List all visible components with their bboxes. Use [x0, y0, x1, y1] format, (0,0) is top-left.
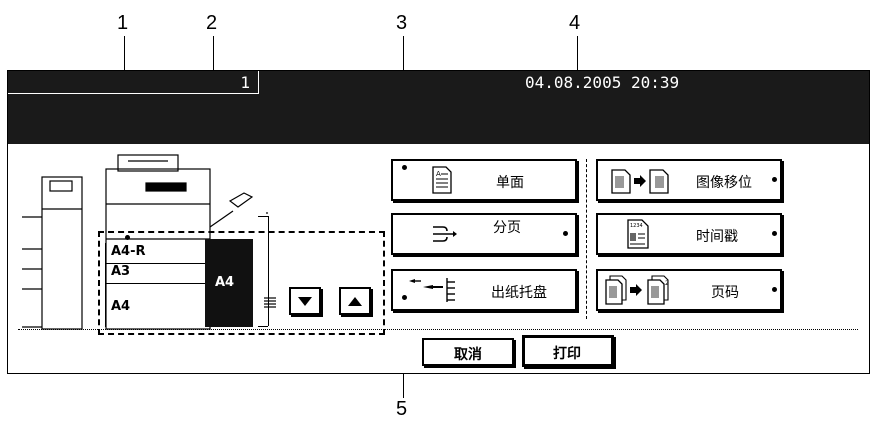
timestamp-button[interactable]: 1234 时间戳	[596, 213, 782, 255]
datetime: 04.08.2005 20:39	[525, 73, 680, 92]
simplex-document-icon: A	[432, 166, 452, 194]
tray-label: A3	[111, 264, 131, 279]
sort-icon	[433, 226, 457, 242]
tray-label: A4	[111, 299, 131, 314]
page-number-button[interactable]: 2 页码	[596, 269, 782, 311]
timestamp-icon: 1234	[627, 219, 649, 249]
callout-5-dot	[402, 295, 407, 300]
tray-a3[interactable]: A3	[105, 263, 205, 284]
page-number-label: 页码	[711, 285, 739, 301]
exit-tray-button[interactable]: 出纸托盘	[391, 269, 577, 311]
footer-divider	[18, 329, 858, 330]
job-number: 1	[240, 73, 250, 92]
image-shift-button[interactable]: 图像移位	[596, 159, 782, 201]
callout-1-dot	[125, 235, 130, 240]
print-label: 打印	[553, 346, 581, 362]
arrow-up-icon	[348, 297, 362, 306]
callout-7-dot	[772, 231, 777, 236]
image-shift-label: 图像移位	[696, 175, 752, 191]
callout-4: 4	[569, 12, 581, 34]
scroll-up-button[interactable]	[339, 287, 371, 315]
column-divider	[586, 159, 587, 319]
callout-4-dot	[563, 231, 568, 236]
svg-text:A: A	[436, 170, 441, 178]
scroll-down-button[interactable]	[289, 287, 321, 315]
callout-6-dot	[772, 177, 777, 182]
exit-tray-icon	[409, 278, 455, 302]
arrow-down-icon	[298, 297, 312, 306]
selected-tray[interactable]: A4	[205, 239, 253, 327]
svg-text:2: 2	[665, 280, 669, 287]
cancel-button[interactable]: 取消	[422, 338, 514, 366]
sort-button[interactable]: 分页	[391, 213, 577, 255]
svg-text:1234: 1234	[630, 223, 643, 229]
callout-2: 2	[206, 12, 218, 34]
callout-1: 1	[117, 12, 129, 34]
simplex-button[interactable]: A 单面	[391, 159, 577, 201]
tray-label: A4-R	[111, 244, 146, 259]
page-number-icon: 2	[605, 275, 669, 305]
image-shift-icon	[611, 169, 669, 194]
tray-a4r[interactable]: A4-R	[105, 243, 205, 264]
tray-divider	[105, 243, 106, 327]
tray-list-icon	[264, 297, 276, 308]
print-button[interactable]: 打印	[522, 335, 614, 367]
callout-3-dot	[402, 165, 407, 170]
simplex-label: 单面	[496, 175, 524, 191]
print-panel: 1 04.08.2005 20:39 A4-R A3 A4 A4 A 单面 分页…	[7, 70, 870, 374]
callout-8-dot	[772, 287, 777, 292]
callout-3: 3	[396, 12, 408, 34]
sort-label: 分页	[493, 220, 521, 236]
exit-tray-label: 出纸托盘	[491, 285, 547, 301]
tray-a4[interactable]: A4	[105, 283, 205, 327]
timestamp-label: 时间戳	[696, 229, 738, 245]
selected-tray-label: A4	[215, 275, 235, 290]
job-number-box: 1	[8, 71, 259, 94]
header-bar: 1 04.08.2005 20:39	[8, 71, 869, 144]
tray-bracket-top	[258, 216, 268, 217]
cancel-label: 取消	[454, 347, 482, 363]
callout-5: 5	[396, 398, 408, 420]
